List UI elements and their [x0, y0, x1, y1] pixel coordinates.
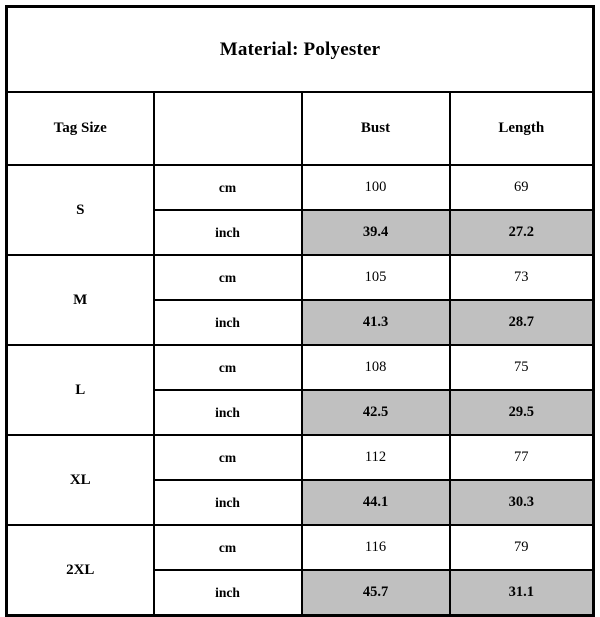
table-row: L cm 108 75: [5, 344, 595, 436]
column-header-bust: Bust: [300, 91, 451, 166]
column-header-length: Length: [448, 91, 595, 166]
unit-label-inch: inch: [152, 569, 303, 617]
column-header-tag-size: Tag Size: [5, 91, 155, 166]
size-label-xl: XL: [5, 434, 155, 526]
table-row: XL cm 112 77: [5, 434, 595, 526]
length-cm-2xl: 79: [448, 524, 595, 571]
bust-cm-s: 100: [300, 164, 451, 211]
size-chart-table: Material: Polyester Tag Size Bust Length…: [5, 5, 596, 617]
table-row: M cm 105 73: [5, 254, 595, 346]
size-label-m: M: [5, 254, 155, 346]
size-label-l: L: [5, 344, 155, 436]
length-inch-xl: 30.3: [448, 479, 595, 526]
size-label-s: S: [5, 164, 155, 256]
unit-label-cm: cm: [152, 164, 303, 211]
bust-cm-xl: 112: [300, 434, 451, 481]
bust-inch-2xl: 45.7: [300, 569, 451, 617]
unit-label-inch: inch: [152, 299, 303, 346]
bust-inch-l: 42.5: [300, 389, 451, 436]
length-cm-xl: 77: [448, 434, 595, 481]
column-header-unit: [152, 91, 303, 166]
bust-cm-m: 105: [300, 254, 451, 301]
unit-label-inch: inch: [152, 479, 303, 526]
unit-label-cm: cm: [152, 434, 303, 481]
length-inch-l: 29.5: [448, 389, 595, 436]
size-chart-container: Material: Polyester Tag Size Bust Length…: [0, 0, 600, 617]
table-row: 2XL cm 116 79: [5, 524, 595, 617]
unit-label-cm: cm: [152, 254, 303, 301]
unit-label-inch: inch: [152, 389, 303, 436]
length-inch-2xl: 31.1: [448, 569, 595, 617]
length-cm-m: 73: [448, 254, 595, 301]
length-inch-m: 28.7: [448, 299, 595, 346]
unit-label-cm: cm: [152, 524, 303, 571]
bust-inch-xl: 44.1: [300, 479, 451, 526]
table-row: S cm 100 69: [5, 164, 595, 256]
length-cm-s: 69: [448, 164, 595, 211]
bust-inch-s: 39.4: [300, 209, 451, 256]
unit-label-inch: inch: [152, 209, 303, 256]
bust-cm-2xl: 116: [300, 524, 451, 571]
bust-cm-l: 108: [300, 344, 451, 391]
length-cm-l: 75: [448, 344, 595, 391]
material-title: Material: Polyester: [5, 5, 595, 93]
unit-label-cm: cm: [152, 344, 303, 391]
size-label-2xl: 2XL: [5, 524, 155, 617]
title-row: Material: Polyester: [5, 5, 595, 93]
bust-inch-m: 41.3: [300, 299, 451, 346]
length-inch-s: 27.2: [448, 209, 595, 256]
table-header-row: Tag Size Bust Length: [5, 91, 595, 166]
